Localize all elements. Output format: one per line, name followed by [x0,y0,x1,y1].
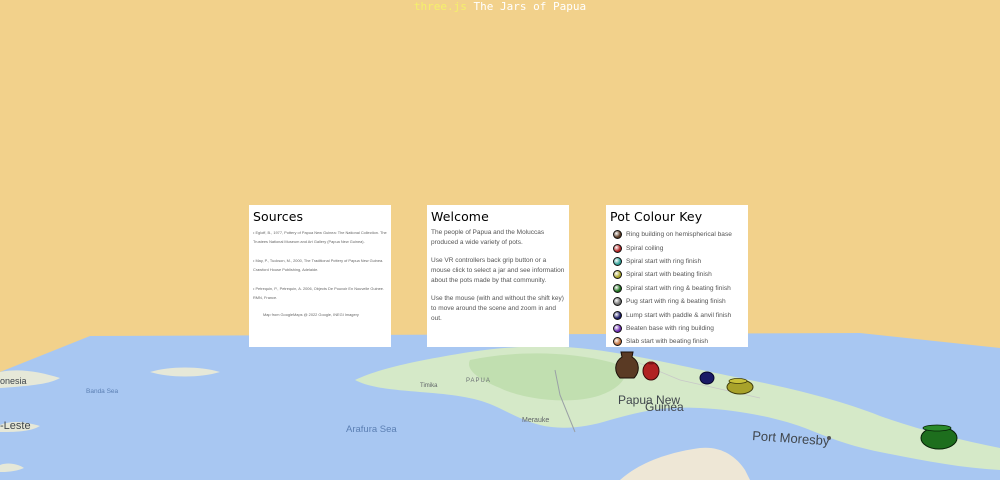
page-title: The Jars of Papua [473,0,587,13]
colour-key-label: Ring building on hemispherical base [626,231,732,239]
pot-swatch-icon [613,323,622,333]
colour-key-item: Slab start with beating finish [610,335,744,347]
colour-key-label: Spiral coiling [626,244,664,252]
map-label-papua: PAPUA [466,378,491,384]
pot-swatch-icon [613,270,622,280]
pot-swatch-icon [613,297,622,307]
pot-red-jar[interactable] [642,361,660,381]
threejs-link[interactable]: three.js [414,0,467,13]
colour-key-label: Spiral start with beating finish [626,271,712,279]
colour-key-item: Spiral start with beating finish [610,268,744,281]
colour-key-label: Spiral start with ring finish [626,257,702,265]
colour-key-title: Pot Colour Key [610,209,703,224]
welcome-paragraph: Use the mouse (with and without the shif… [431,295,564,322]
pot-navy-jar[interactable] [699,371,715,385]
welcome-paragraph: The people of Papua and the Moluccas pro… [431,229,545,246]
sources-panel: Sources • Egloff, B., 1977, Pottery of P… [249,205,391,347]
pot-swatch-icon [613,230,622,240]
map-credit: Map from GoogleMaps @ 2022 Google, INEGI… [263,312,359,317]
colour-key-list: Ring building on hemispherical base Spira… [610,228,744,347]
pot-swatch-icon [613,337,622,347]
pot-swatch-icon [613,243,622,253]
sources-title: Sources [253,209,304,224]
map-label-arafura-sea: Arafura Sea [346,424,397,435]
pot-swatch-icon [613,283,622,293]
map-label-leste: -Leste [0,420,31,432]
colour-key-label: Beaten base with ring building [626,324,714,332]
welcome-panel: Welcome The people of Papua and the Molu… [427,205,569,347]
colour-key-item: Lump start with paddle & anvil finish [610,308,744,321]
welcome-title: Welcome [431,209,489,224]
three-scene[interactable]: Papua New Guinea Port Moresby Arafura Se… [0,0,1000,480]
source-item: • May, P., Tuckson, M., 2000, The Tradit… [253,258,384,272]
map-label-png-2: Guinea [645,400,684,414]
app-header: three.js The Jars of Papua [0,0,1000,13]
colour-key-item: Ring building on hemispherical base [610,228,744,241]
map-label-donesia: onesia [0,376,27,386]
welcome-paragraph: Use VR controllers back grip button or a… [431,257,565,284]
colour-key-label: Lump start with paddle & anvil finish [626,311,732,319]
pot-swatch-icon [613,310,622,320]
colour-key-label: Spiral start with ring & beating finish [626,284,731,292]
map-label-timika: Timika [420,383,438,389]
pot-swatch-icon [613,256,622,266]
source-item: • Petrequin, P., Petrequin, A. 2006, Obj… [253,286,385,300]
colour-key-panel: Pot Colour Key Ring building on hemisphe… [606,205,748,347]
colour-key-item: Beaten base with ring building [610,322,744,335]
colour-key-item: Spiral start with ring finish [610,255,744,268]
map-label-merauke: Merauke [522,417,549,424]
colour-key-label: Pug start with ring & beating finish [626,298,726,306]
colour-key-label: Slab start with beating finish [626,338,709,346]
map-label-banda-sea: Banda Sea [86,388,119,395]
source-item: • Egloff, B., 1977, Pottery of Papua New… [253,230,387,244]
colour-key-item: Spiral coiling [610,241,744,254]
colour-key-item: Spiral start with ring & beating finish [610,282,744,295]
colour-key-item: Pug start with ring & beating finish [610,295,744,308]
